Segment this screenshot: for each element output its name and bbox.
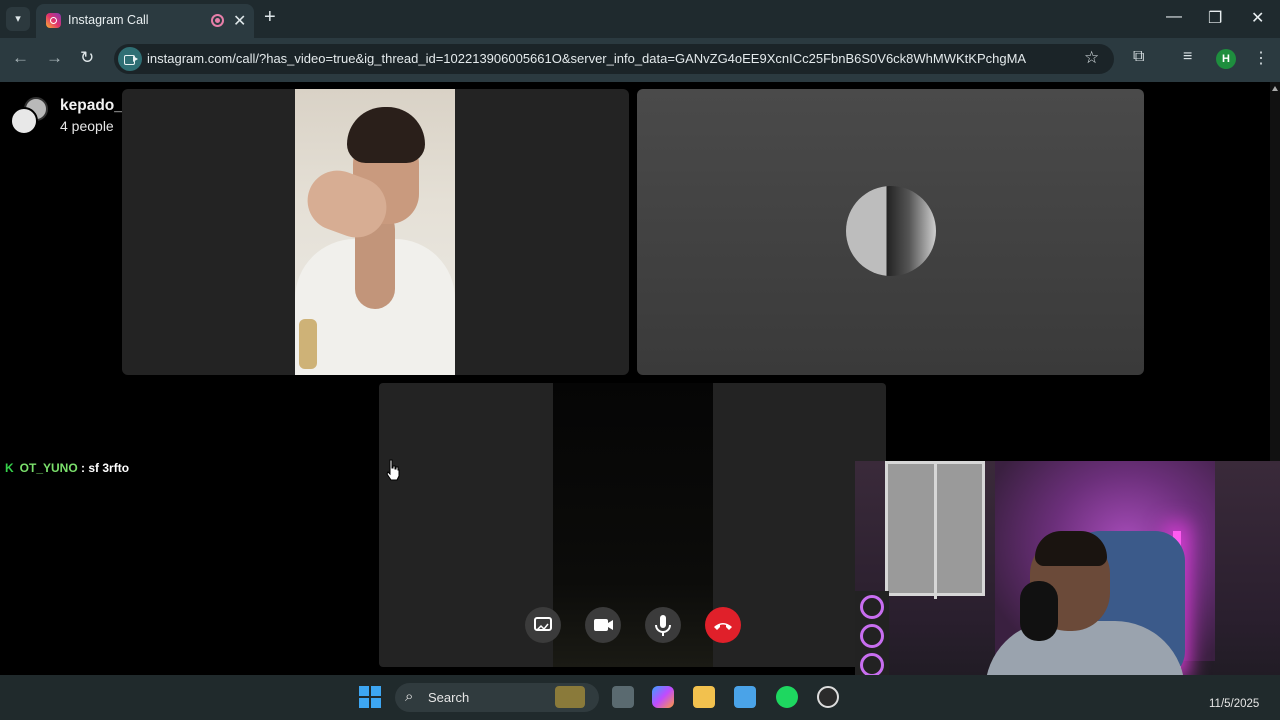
url-text: instagram.com/call/?has_video=true&ig_th… [147, 51, 1027, 66]
chat-text: sf 3rfto [88, 461, 130, 475]
search-placeholder: Search [428, 690, 470, 705]
windows-start-icon[interactable] [359, 686, 381, 708]
taskbar-search[interactable]: ⌕ Search [395, 683, 599, 712]
participant-avatar [846, 186, 936, 276]
search-icon: ⌕ [405, 688, 414, 705]
recording-indicator-icon [211, 14, 224, 27]
copilot-icon[interactable] [652, 686, 674, 708]
participant-tile-2[interactable] [637, 89, 1144, 375]
extensions-icon[interactable]: ⧉ [1133, 48, 1144, 66]
file-explorer-icon[interactable] [693, 686, 715, 708]
task-view-icon[interactable] [612, 686, 634, 708]
forward-button[interactable]: → [46, 48, 63, 68]
tab-instagram-call[interactable]: Instagram Call ✕ [36, 4, 254, 38]
instagram-icon [46, 13, 61, 28]
address-bar[interactable]: instagram.com/call/?has_video=true&ig_th… [114, 44, 1114, 74]
spotify-icon[interactable] [776, 686, 798, 708]
minimize-button[interactable]: — [1166, 8, 1182, 26]
camera-icon [594, 619, 613, 631]
screen-share-button[interactable] [525, 607, 561, 643]
group-avatar [10, 97, 50, 137]
participant-count: 4 people [60, 118, 114, 134]
taskbar-date: 11/5/2025 [1209, 698, 1260, 710]
close-window-button[interactable]: ✕ [1251, 8, 1264, 28]
store-icon[interactable] [734, 686, 756, 708]
tab-strip: ▾ Instagram Call ✕ + — ❐ ✕ [0, 0, 1280, 38]
search-highlight-icon [555, 686, 585, 708]
mic-icon [655, 615, 671, 636]
taskbar [0, 675, 1280, 720]
profile-avatar[interactable]: H [1216, 49, 1236, 69]
menu-icon[interactable]: ⋮ [1253, 48, 1269, 68]
end-call-icon [714, 623, 732, 630]
tab-close-button[interactable]: ✕ [233, 11, 246, 31]
chat-badge: K [5, 461, 14, 475]
camera-button[interactable] [585, 607, 621, 643]
stream-chat-message: K OT_YUNO : sf 3rfto [5, 461, 129, 475]
video-call-icon [118, 47, 142, 71]
screen-share-icon [534, 617, 552, 631]
maximize-button[interactable]: ❐ [1208, 8, 1222, 28]
media-control-icon[interactable]: ≡ [1183, 48, 1192, 66]
back-button[interactable]: ← [12, 48, 29, 68]
end-call-button[interactable] [705, 607, 741, 643]
mic-button[interactable] [645, 607, 681, 643]
hand-cursor-icon [386, 459, 400, 481]
chat-separator: : [77, 461, 89, 475]
bookmark-star-icon[interactable]: ☆ [1084, 48, 1099, 68]
browser-toolbar: ← → ↻ instagram.com/call/?has_video=true… [0, 38, 1280, 82]
chat-username: OT_YUNO [19, 461, 78, 475]
obs-icon[interactable] [817, 686, 839, 708]
self-video[interactable] [553, 383, 713, 667]
participant-video-1 [295, 89, 455, 375]
tab-title: Instagram Call [68, 13, 149, 27]
new-tab-button[interactable]: + [264, 6, 276, 29]
tab-search-dropdown[interactable]: ▾ [6, 7, 30, 31]
reload-button[interactable]: ↻ [80, 48, 94, 68]
